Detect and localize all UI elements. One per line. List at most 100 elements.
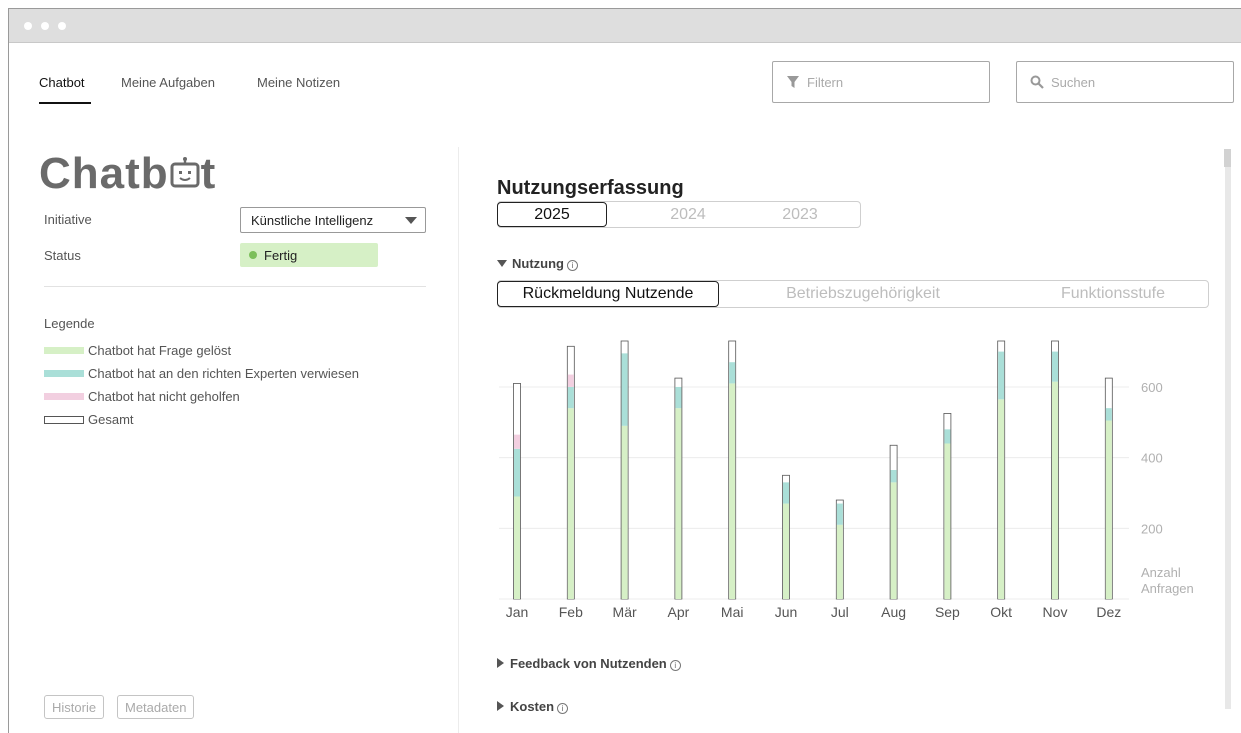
bar-referred bbox=[998, 351, 1005, 400]
status-label: Status bbox=[44, 248, 81, 263]
detail-panel: Chatb t Initiative Künstliche Intelligen… bbox=[9, 119, 459, 733]
x-tick-label: Mär bbox=[613, 604, 637, 620]
bar-solved bbox=[944, 443, 951, 599]
x-tick-label: Jun bbox=[775, 604, 798, 620]
filter-input[interactable]: Filtern bbox=[772, 61, 990, 103]
info-icon[interactable]: i bbox=[566, 260, 578, 271]
bar-referred bbox=[675, 386, 682, 409]
year-tab-2023[interactable]: 2023 bbox=[760, 202, 840, 227]
bar-referred bbox=[514, 448, 520, 497]
legend-swatch bbox=[44, 393, 84, 400]
bar-solved bbox=[1052, 381, 1058, 599]
bar-solved bbox=[675, 408, 682, 599]
filter-icon bbox=[787, 76, 799, 88]
status-badge: Fertig bbox=[240, 243, 378, 267]
initiative-value: Künstliche Intelligenz bbox=[251, 213, 374, 228]
bar-referred bbox=[1052, 351, 1058, 382]
bar-solved bbox=[514, 496, 520, 599]
bar-referred bbox=[890, 470, 897, 483]
bar-referred bbox=[621, 353, 628, 426]
page-title-prefix: Chatb bbox=[39, 149, 169, 198]
costs-section-label: Kosten bbox=[510, 699, 555, 714]
view-selector: Rückmeldung Nutzende Betriebszugehörigke… bbox=[497, 280, 1209, 308]
search-input[interactable]: Suchen bbox=[1016, 61, 1234, 103]
usage-section-toggle[interactable]: Nutzung i bbox=[497, 256, 578, 271]
year-selector: 2025 2024 2023 bbox=[497, 201, 861, 228]
initiative-label: Initiative bbox=[44, 212, 92, 227]
feedback-section-toggle[interactable]: Feedback von Nutzenden i bbox=[497, 656, 681, 671]
initiative-select[interactable]: Künstliche Intelligenz bbox=[240, 207, 426, 233]
legend-label: Chatbot hat Frage gelöst bbox=[88, 343, 232, 358]
scrollbar-thumb[interactable] bbox=[1224, 149, 1231, 167]
y-axis-label: Anfragen bbox=[1141, 581, 1194, 596]
tab-chatbot[interactable]: Chatbot bbox=[39, 75, 85, 90]
bar-not-helped bbox=[567, 374, 574, 387]
x-tick-label: Apr bbox=[668, 604, 690, 620]
bar-referred bbox=[1105, 408, 1112, 421]
caret-down-icon bbox=[497, 260, 507, 267]
page-title: Chatb t bbox=[39, 149, 216, 199]
x-tick-label: Feb bbox=[559, 604, 583, 620]
window-maximize-dot[interactable] bbox=[58, 22, 66, 30]
x-tick-label: Jul bbox=[831, 604, 849, 620]
y-tick-label: 600 bbox=[1141, 380, 1163, 395]
y-axis-label: Anzahl bbox=[1141, 565, 1181, 580]
status-value: Fertig bbox=[264, 248, 298, 263]
metadata-button[interactable]: Metadaten bbox=[117, 695, 195, 719]
legend-swatch bbox=[44, 416, 84, 424]
x-tick-label: Nov bbox=[1043, 604, 1068, 620]
scrollbar-track[interactable] bbox=[1225, 149, 1231, 709]
x-tick-label: Dez bbox=[1096, 604, 1121, 620]
y-tick-label: 400 bbox=[1141, 451, 1163, 466]
usage-section-label: Nutzung bbox=[512, 256, 564, 271]
x-tick-label: Jan bbox=[506, 604, 529, 620]
search-icon bbox=[1030, 75, 1044, 89]
legend-label: Gesamt bbox=[88, 412, 134, 427]
tab-meine-aufgaben[interactable]: Meine Aufgaben bbox=[121, 75, 215, 90]
legend-title: Legende bbox=[44, 316, 95, 331]
legend-label: Chatbot hat nicht geholfen bbox=[88, 389, 240, 404]
robot-icon bbox=[170, 157, 200, 188]
info-icon[interactable]: i bbox=[557, 703, 569, 714]
bar-solved bbox=[729, 383, 736, 599]
x-tick-label: Aug bbox=[881, 604, 906, 620]
legend-label: Chatbot hat an den richten Experten verw… bbox=[88, 366, 360, 381]
legend-swatch bbox=[44, 370, 84, 377]
page-title-suffix: t bbox=[200, 149, 217, 198]
active-tab-indicator bbox=[39, 102, 91, 104]
window-minimize-dot[interactable] bbox=[41, 22, 49, 30]
usage-title: Nutzungserfassung bbox=[497, 177, 684, 199]
bar-referred bbox=[729, 362, 736, 384]
caret-right-icon bbox=[497, 701, 504, 711]
tab-meine-notizen[interactable]: Meine Notizen bbox=[257, 75, 340, 90]
usage-panel: Nutzungserfassung 2025 2024 2023 Nutzung… bbox=[459, 119, 1241, 733]
search-placeholder: Suchen bbox=[1051, 75, 1096, 90]
bar-solved bbox=[1105, 420, 1112, 599]
bar-solved bbox=[890, 482, 897, 599]
x-tick-label: Sep bbox=[935, 604, 960, 620]
window-titlebar bbox=[9, 9, 1241, 43]
year-tab-2024[interactable]: 2024 bbox=[648, 202, 728, 227]
history-button[interactable]: Historie bbox=[44, 695, 105, 719]
x-tick-label: Okt bbox=[990, 604, 1012, 620]
bar-solved bbox=[998, 399, 1005, 599]
costs-section-toggle[interactable]: Kosten i bbox=[497, 699, 569, 714]
info-icon[interactable]: i bbox=[669, 660, 681, 671]
filter-placeholder: Filtern bbox=[807, 75, 844, 90]
caret-right-icon bbox=[497, 658, 504, 668]
bar-referred bbox=[783, 482, 789, 504]
feedback-section-label: Feedback von Nutzenden bbox=[510, 656, 667, 671]
window-close-dot[interactable] bbox=[24, 22, 32, 30]
status-dot-icon bbox=[249, 251, 257, 259]
bar-solved bbox=[567, 408, 574, 599]
view-tab-rueckmeldung[interactable]: Rückmeldung Nutzende bbox=[497, 281, 719, 307]
bar-referred bbox=[567, 386, 574, 409]
bar-solved bbox=[783, 503, 789, 599]
view-tab-betriebszugehoerigkeit[interactable]: Betriebszugehörigkeit bbox=[748, 281, 978, 307]
bar-solved bbox=[836, 524, 843, 599]
legend-swatch bbox=[44, 347, 84, 354]
year-tab-2025[interactable]: 2025 bbox=[497, 202, 607, 227]
view-tab-funktionsstufe[interactable]: Funktionsstufe bbox=[1018, 281, 1208, 307]
usage-bar-chart: 200 400 600 AnzahlAnfragen Jan Feb Mär Apr Mai Ju… bbox=[499, 340, 1194, 620]
x-tick-label: Mai bbox=[721, 604, 744, 620]
